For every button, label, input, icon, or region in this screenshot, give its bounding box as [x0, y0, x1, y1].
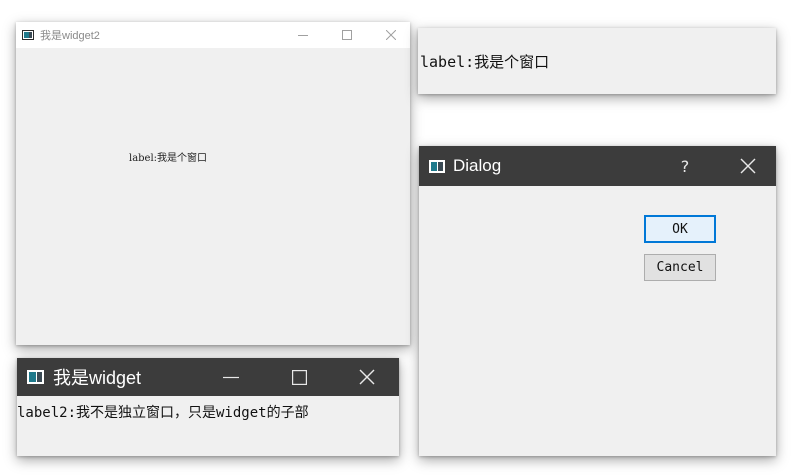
close-icon: [740, 158, 756, 174]
maximize-button[interactable]: [325, 22, 369, 48]
window-title: 我是widget2: [40, 30, 100, 42]
help-icon: ?: [680, 156, 690, 176]
widget2-label: label:我是个窗口: [129, 153, 208, 164]
close-button[interactable]: [725, 146, 771, 186]
help-button[interactable]: ?: [662, 146, 708, 186]
minimize-icon: [223, 376, 239, 379]
dialog-titlebar[interactable]: Dialog ?: [419, 146, 776, 186]
widget-title: 我是widget: [53, 368, 142, 388]
ok-button[interactable]: OK: [644, 215, 716, 243]
minimize-button[interactable]: [201, 358, 261, 396]
dialog-title: Dialog: [453, 156, 502, 175]
widget-titlebar[interactable]: 我是widget: [17, 358, 399, 396]
dialog-window: Dialog ? OK Cancel: [419, 146, 776, 456]
close-icon: [359, 369, 375, 385]
widget2-window: 我是widget2 label:我是个窗口: [16, 22, 410, 345]
maximize-icon: [342, 30, 352, 40]
app-icon: [429, 159, 445, 173]
close-button[interactable]: [369, 22, 413, 48]
cancel-button[interactable]: Cancel: [644, 254, 716, 281]
frameless-label: label:我是个窗口: [420, 53, 550, 71]
maximize-button[interactable]: [269, 358, 329, 396]
maximize-icon: [291, 369, 307, 385]
frameless-label-window: label:我是个窗口: [418, 28, 776, 94]
app-icon: [27, 370, 44, 384]
widget-window: 我是widget label2:我不是独立窗口，只是widget的子部: [17, 358, 399, 456]
app-icon: [22, 30, 34, 40]
close-button[interactable]: [337, 358, 397, 396]
widget-child-label: label2:我不是独立窗口，只是widget的子部: [17, 405, 309, 421]
minimize-icon: [298, 35, 308, 36]
close-icon: [386, 30, 396, 40]
minimize-button[interactable]: [281, 22, 325, 48]
widget2-titlebar[interactable]: 我是widget2: [16, 22, 410, 48]
desktop: 我是widget2 label:我是个窗口 label:我是个窗口 Dialog…: [0, 0, 793, 475]
